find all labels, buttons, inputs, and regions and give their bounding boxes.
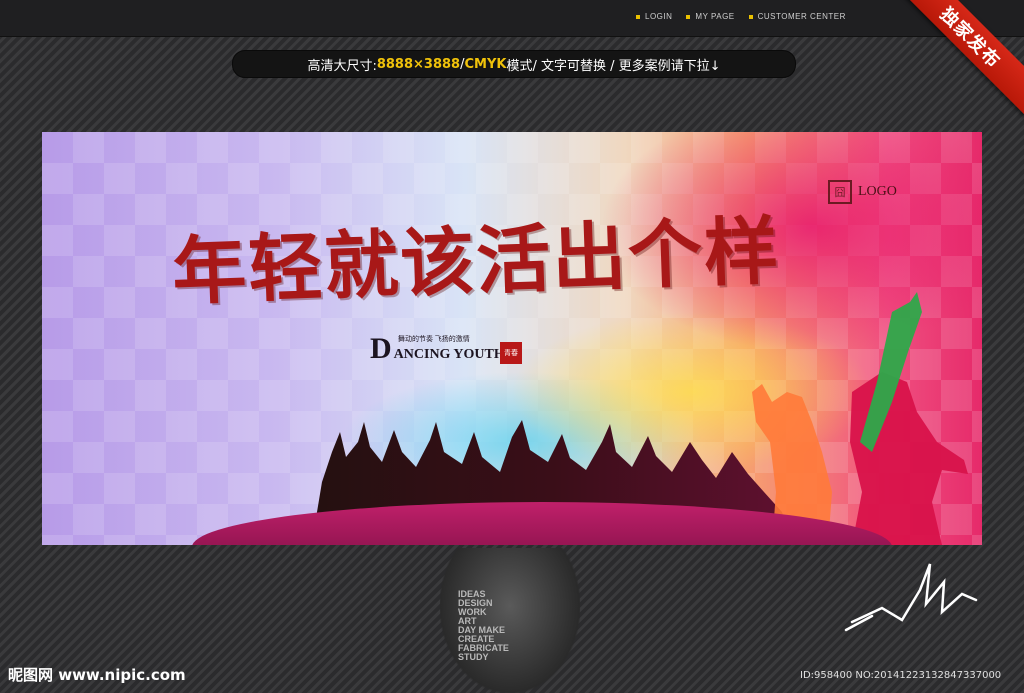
face-words: IDEAS DESIGN WORK ART DAY MAKE CREATE FA… bbox=[458, 589, 509, 662]
red-seal: 青春 bbox=[500, 342, 522, 364]
logo: 囧 LOGO bbox=[828, 180, 897, 204]
tagline: 舞动的节奏 飞扬的激情 bbox=[398, 335, 470, 343]
poster-banner: 囧 LOGO 年轻就该活出个样 D ANCING YOUTH 舞动的节奏 飞扬的激… bbox=[42, 132, 982, 545]
nav-login-link[interactable]: LOGIN bbox=[636, 12, 672, 21]
info-prefix: 高清大尺寸: bbox=[307, 58, 377, 74]
info-mode: CMYK bbox=[464, 56, 507, 72]
dancing-rest: ANCING YOUTH bbox=[393, 347, 505, 362]
info-size: 8888×3888 bbox=[376, 56, 461, 72]
site-credit: 昵图网 www.nipic.com bbox=[8, 666, 186, 684]
logo-mark-icon: 囧 bbox=[828, 180, 852, 204]
dancing-initial: D bbox=[370, 332, 392, 365]
poster-title: 年轻就该活出个样 bbox=[170, 208, 782, 316]
dancers-silhouette bbox=[752, 292, 968, 545]
nav-my-page-link[interactable]: MY PAGE bbox=[686, 12, 734, 21]
signature-icon bbox=[844, 563, 978, 632]
image-id: ID:958400 NO:20141223132847337000 bbox=[800, 670, 1002, 681]
top-nav: LOGIN MY PAGE CUSTOMER CENTER bbox=[636, 12, 846, 21]
info-rest: / 文字可替换 / 更多案例请下拉↓ bbox=[532, 58, 721, 74]
info-bar: 高清大尺寸: 8888×3888 / CMYK 模式 / 文字可替换 / 更多案… bbox=[232, 50, 796, 78]
top-bar: LOGIN MY PAGE CUSTOMER CENTER bbox=[0, 0, 1024, 37]
bullet-icon bbox=[636, 14, 640, 19]
logo-text: LOGO bbox=[858, 184, 897, 199]
bullet-icon bbox=[686, 14, 691, 19]
bullet-icon bbox=[748, 14, 753, 19]
dancing-youth-heading: D ANCING YOUTH 舞动的节奏 飞扬的激情 bbox=[370, 332, 505, 366]
nav-customer-center-link[interactable]: CUSTOMER CENTER bbox=[748, 12, 846, 21]
info-mode-suffix: 模式 bbox=[506, 58, 533, 74]
